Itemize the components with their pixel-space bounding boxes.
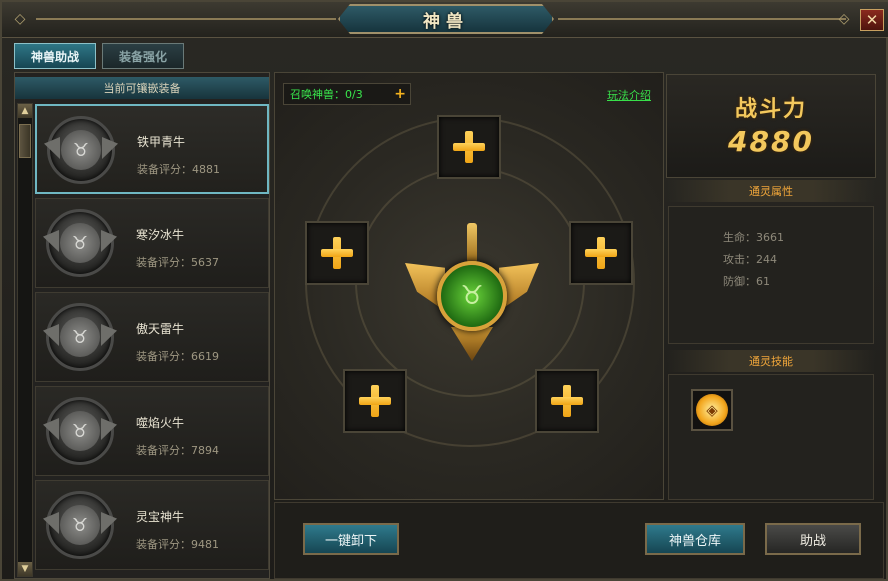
item-name: 灵宝神牛 bbox=[136, 510, 185, 524]
equipment-list: ♉ 铁甲青牛 装备评分：4881 ♉ 寒汐冰牛 装备评分：5637 ♉ 傲天雷牛… bbox=[35, 104, 269, 574]
title-divider-left bbox=[36, 18, 336, 20]
beast-slot-top[interactable] bbox=[437, 115, 501, 179]
plus-icon bbox=[583, 235, 619, 271]
equipment-list-header: 当前可镶嵌装备 bbox=[15, 77, 269, 99]
unload-all-button[interactable]: 一键卸下 bbox=[303, 523, 399, 555]
scroll-down-button[interactable]: ▼ bbox=[18, 562, 32, 576]
list-item[interactable]: ♉ 铁甲青牛 装备评分：4881 bbox=[35, 104, 269, 194]
bull-emblem-icon: ♉ bbox=[44, 116, 118, 184]
attr-defense: 防御：61 bbox=[723, 275, 770, 288]
item-name: 铁甲青牛 bbox=[137, 135, 186, 149]
assist-button[interactable]: 助战 bbox=[765, 523, 861, 555]
item-score: 装备评分：9481 bbox=[136, 538, 219, 551]
item-score: 装备评分：5637 bbox=[136, 256, 219, 269]
plus-icon bbox=[357, 383, 393, 419]
corner-ornament-icon: ◇ bbox=[838, 11, 850, 27]
tab-label: 神兽助战 bbox=[30, 49, 79, 64]
attr-box: 生命：3661 攻击：244 防御：61 bbox=[668, 206, 874, 344]
list-item[interactable]: ♉ 灵宝神牛 装备评分：9481 bbox=[35, 480, 269, 570]
summon-panel: 召唤神兽：0/3 + 玩法介绍 ♉ bbox=[274, 72, 664, 500]
tab-equip-enhance[interactable]: 装备强化 bbox=[102, 43, 184, 69]
beast-window: ◇ 神兽 ◇ ✕ 神兽助战 装备强化 当前可镶嵌装备 ▲ ▼ ♉ 铁甲青牛 装备… bbox=[0, 0, 888, 581]
item-name: 寒汐冰牛 bbox=[136, 228, 185, 242]
attr-hp: 生命：3661 bbox=[723, 231, 784, 244]
skill-slot[interactable]: ◈ bbox=[691, 389, 733, 431]
title-bar: ◇ 神兽 ◇ ✕ bbox=[2, 2, 888, 38]
shield-skill-icon: ◈ bbox=[696, 394, 728, 426]
item-name: 噬焰火牛 bbox=[136, 416, 185, 430]
skill-header: 通灵技能 bbox=[666, 350, 876, 372]
help-link[interactable]: 玩法介绍 bbox=[607, 87, 651, 103]
tab-beast-assist[interactable]: 神兽助战 bbox=[14, 43, 96, 69]
skill-box: ◈ bbox=[668, 374, 874, 500]
attr-header: 通灵属性 bbox=[666, 180, 876, 202]
title-divider-right bbox=[558, 18, 846, 20]
beast-slot-bottom-left[interactable] bbox=[343, 369, 407, 433]
summon-add-button[interactable]: + bbox=[394, 87, 406, 101]
plus-icon bbox=[549, 383, 585, 419]
tab-label: 装备强化 bbox=[118, 49, 167, 64]
scrollbar[interactable]: ▲ ▼ bbox=[17, 103, 33, 577]
warehouse-button[interactable]: 神兽仓库 bbox=[645, 523, 745, 555]
plus-icon bbox=[451, 129, 487, 165]
bull-emblem-icon: ♉ bbox=[43, 491, 117, 559]
equipment-list-panel: 当前可镶嵌装备 ▲ ▼ ♉ 铁甲青牛 装备评分：4881 ♉ 寒汐冰牛 装备评分… bbox=[14, 72, 270, 579]
item-name: 傲天雷牛 bbox=[136, 322, 185, 336]
summon-count-label: 召唤神兽：0/3 bbox=[290, 88, 363, 101]
attr-attack: 攻击：244 bbox=[723, 253, 777, 266]
list-item[interactable]: ♉ 傲天雷牛 装备评分：6619 bbox=[35, 292, 269, 382]
window-title: 神兽 bbox=[423, 11, 469, 32]
arrow-up-icon: ▲ bbox=[21, 106, 29, 116]
combat-power-label: 战斗力 bbox=[734, 97, 807, 122]
item-score: 装备评分：7894 bbox=[136, 444, 219, 457]
bull-emblem-icon: ♉ bbox=[43, 303, 117, 371]
title-plate: 神兽 bbox=[338, 4, 554, 34]
arrow-down-icon: ▼ bbox=[21, 564, 29, 574]
item-score: 装备评分：6619 bbox=[136, 350, 219, 363]
action-bar: 一键卸下 神兽仓库 助战 bbox=[274, 502, 884, 579]
beast-slot-left[interactable] bbox=[305, 221, 369, 285]
close-button[interactable]: ✕ bbox=[860, 9, 884, 31]
plus-icon bbox=[319, 235, 355, 271]
scroll-thumb[interactable] bbox=[19, 124, 31, 158]
item-score: 装备评分：4881 bbox=[137, 163, 220, 176]
stats-panel: 战斗力 4880 通灵属性 生命：3661 攻击：244 防御：61 通灵技能 … bbox=[666, 74, 876, 500]
beast-slot-right[interactable] bbox=[569, 221, 633, 285]
scroll-up-button[interactable]: ▲ bbox=[18, 104, 32, 118]
list-item[interactable]: ♉ 寒汐冰牛 装备评分：5637 bbox=[35, 198, 269, 288]
beast-slot-bottom-right[interactable] bbox=[535, 369, 599, 433]
combat-power-value: 4880 bbox=[728, 125, 814, 158]
combat-power-box: 战斗力 4880 bbox=[666, 74, 876, 178]
summon-count: 召唤神兽：0/3 + bbox=[283, 83, 411, 105]
bull-emblem-icon: ♉ bbox=[43, 209, 117, 277]
close-icon: ✕ bbox=[865, 11, 879, 29]
green-bull-emblem-icon: ♉ bbox=[405, 223, 539, 363]
bull-emblem-icon: ♉ bbox=[43, 397, 117, 465]
corner-ornament-icon: ◇ bbox=[14, 11, 26, 27]
list-item[interactable]: ♉ 噬焰火牛 装备评分：7894 bbox=[35, 386, 269, 476]
